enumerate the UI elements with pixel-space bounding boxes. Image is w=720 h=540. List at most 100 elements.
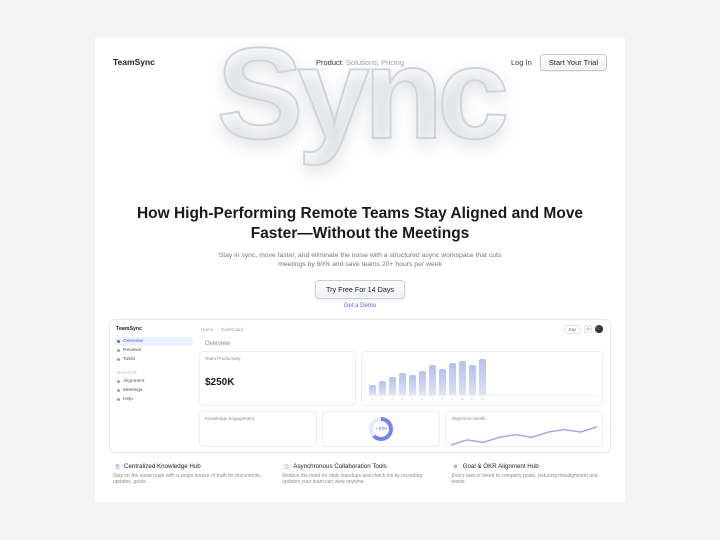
feature-body: Every task is linked to company goals, r… <box>452 473 607 486</box>
feature-head: Centralized Knowledge Hub <box>113 463 268 471</box>
sidebar-item-tasks[interactable]: Tasks <box>115 355 193 364</box>
sidebar-item-label: Meetings <box>123 388 142 393</box>
sidebar-item-label: Alignment <box>123 379 144 384</box>
landing-page: TeamSync Product, Solutions, Pricing Log… <box>95 38 625 501</box>
xtick: 9 <box>449 397 456 401</box>
card-alignment-title: Alignment Health <box>451 416 597 421</box>
feature-title: Centralized Knowledge Hub <box>124 463 201 470</box>
dot-icon <box>117 380 120 383</box>
sidebar-item-reviews[interactable]: Reviews <box>115 346 193 355</box>
nav-links: Product, Solutions, Pricing <box>316 58 404 67</box>
login-link[interactable]: Log In <box>511 58 532 67</box>
breadcrumb-home[interactable]: Home <box>201 327 213 332</box>
subheadline: Stay in sync, move faster, and eliminate… <box>215 251 505 269</box>
bar <box>379 381 386 395</box>
sidebar-item-label: Tasks <box>123 357 135 362</box>
card-alignment: Alignment Health <box>445 411 603 447</box>
topbar-right: Day <box>564 325 603 334</box>
breadcrumb-current: Dashboard <box>221 327 243 332</box>
card-metric-title: Team Productivity <box>205 356 350 361</box>
bar <box>409 375 416 395</box>
settings-icon[interactable] <box>584 325 592 333</box>
bar <box>479 359 486 394</box>
feature-target: Goal & OKR Alignment Hub Every task is li… <box>452 463 607 486</box>
xtick: 6 <box>419 397 426 401</box>
card-productivity-chart: 123456789101112 <box>361 351 603 406</box>
feature-body: Stay on the same page with a single sour… <box>113 473 268 486</box>
xtick: 3 <box>389 397 396 401</box>
bar <box>369 385 376 395</box>
headline: How High-Performing Remote Teams Stay Al… <box>131 204 589 243</box>
bar-chart-xaxis: 123456789101112 <box>367 396 597 401</box>
line-chart <box>451 423 597 447</box>
chevron-right-icon: › <box>216 327 218 332</box>
xtick: 5 <box>409 397 416 401</box>
feature-title: Goal & OKR Alignment Hub <box>463 463 539 470</box>
dashboard-main: Home › Dashboard Day Overview Team Produ… <box>199 325 605 447</box>
avatar[interactable] <box>595 325 603 333</box>
bar <box>389 377 396 395</box>
card-donut: + 63% <box>322 411 440 447</box>
sidebar-group-manage: Manage <box>115 369 193 376</box>
sidebar-item-label: Overview <box>123 339 143 344</box>
card-engagement: Knowledge Engagement <box>199 411 317 447</box>
cards-row-1: Team Productivity $250K 123456789101112 <box>199 351 605 406</box>
feature-refresh: Asynchronous Collaboration Tools Reduce t… <box>282 463 437 486</box>
notebook-icon <box>113 463 121 471</box>
feature-title: Asynchronous Collaboration Tools <box>293 463 386 470</box>
dot-icon <box>117 358 120 361</box>
donut-chart: + 63% <box>369 417 393 441</box>
xtick: 10 <box>459 397 466 401</box>
nav-link-pricing[interactable]: Pricing <box>381 58 404 67</box>
start-trial-button[interactable]: Start Your Trial <box>540 54 607 71</box>
sidebar-item-label: Help <box>123 397 133 402</box>
xtick: 12 <box>479 397 486 401</box>
cta-primary-button[interactable]: Try Free For 14 Days <box>315 280 405 299</box>
nav-link-solutions[interactable]: Solutions <box>346 58 377 67</box>
bar <box>439 369 446 394</box>
sidebar-item-label: Reviews <box>123 348 141 353</box>
sidebar-item-alignment[interactable]: Alignment <box>115 377 193 386</box>
sidebar-brand: TeamSync <box>115 325 193 336</box>
card-engagement-title: Knowledge Engagement <box>205 416 311 421</box>
bar <box>459 361 466 394</box>
target-icon <box>452 463 460 471</box>
bar <box>429 365 436 394</box>
feature-head: Asynchronous Collaboration Tools <box>282 463 437 471</box>
hero: How High-Performing Remote Teams Stay Al… <box>95 192 625 308</box>
sidebar: TeamSync Overview Reviews Tasks Manage Ali… <box>115 325 193 447</box>
bar <box>449 363 456 394</box>
bar <box>399 373 406 394</box>
donut-value: + 63% <box>373 421 389 437</box>
xtick: 7 <box>429 397 436 401</box>
nav-right: Log In Start Your Trial <box>511 54 607 71</box>
card-metric: Team Productivity $250K <box>199 351 356 406</box>
feature-body: Reduce the need for daily standups and c… <box>282 473 437 486</box>
dot-icon <box>117 349 120 352</box>
card-metric-value: $250K <box>205 377 350 388</box>
dot-icon <box>117 340 120 343</box>
brand-logo[interactable]: TeamSync <box>113 57 155 67</box>
sidebar-item-overview[interactable]: Overview <box>115 337 193 346</box>
xtick: 1 <box>369 397 376 401</box>
xtick: 4 <box>399 397 406 401</box>
feature-notebook: Centralized Knowledge Hub Stay on the sam… <box>113 463 268 486</box>
bar <box>419 371 426 394</box>
dashboard-preview: TeamSync Overview Reviews Tasks Manage Ali… <box>109 319 611 453</box>
feature-row: Centralized Knowledge Hub Stay on the sam… <box>95 453 625 502</box>
top-nav: TeamSync Product, Solutions, Pricing Log… <box>95 52 625 72</box>
cta-demo-link[interactable]: Get a Demo <box>344 303 376 309</box>
sidebar-item-help[interactable]: Help <box>115 395 193 404</box>
cards-row-2: Knowledge Engagement + 63% Alignment Hea… <box>199 411 605 447</box>
refresh-icon <box>282 463 290 471</box>
bar-chart <box>367 356 597 396</box>
filter-chip-day[interactable]: Day <box>564 325 581 334</box>
xtick: 2 <box>379 397 386 401</box>
overview-title: Overview <box>205 341 605 347</box>
dot-icon <box>117 398 120 401</box>
nav-link-product[interactable]: Product <box>316 58 342 67</box>
sidebar-item-meetings[interactable]: Meetings <box>115 386 193 395</box>
xtick: 11 <box>469 397 476 401</box>
xtick: 8 <box>439 397 446 401</box>
cta-row: Try Free For 14 Days Get a Demo <box>131 280 589 309</box>
